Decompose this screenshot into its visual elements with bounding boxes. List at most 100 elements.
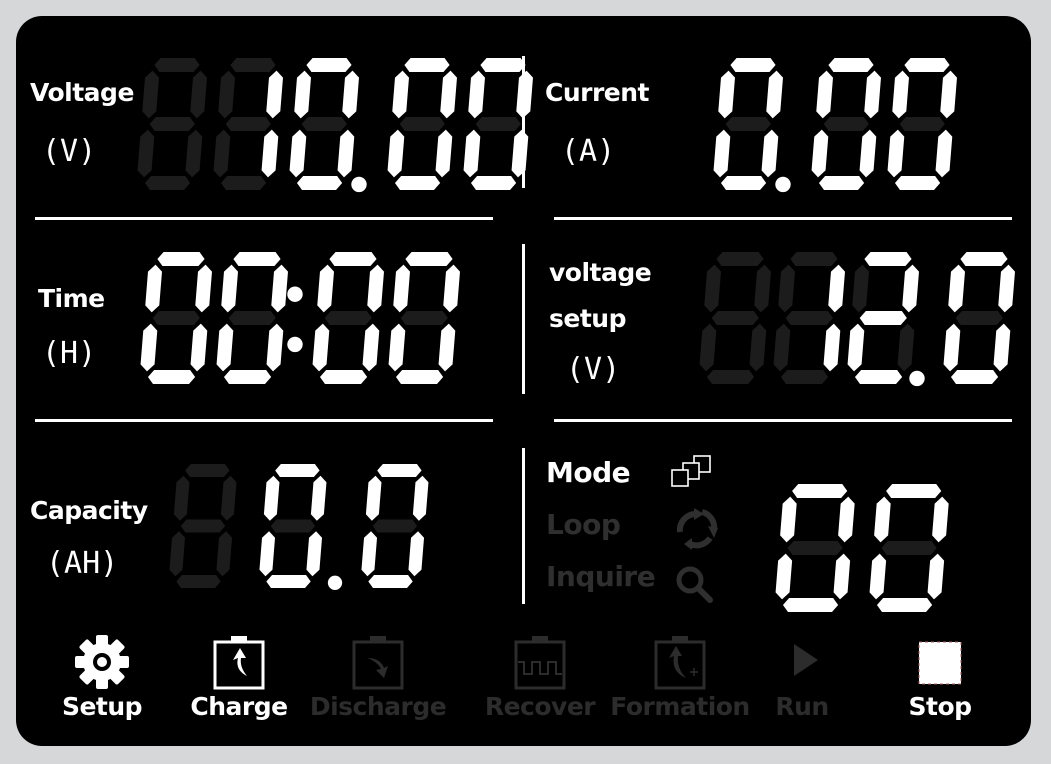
segment-c <box>266 323 284 372</box>
segment-e <box>169 531 186 577</box>
segment-f <box>948 264 965 313</box>
seven-segment-digit <box>259 464 327 588</box>
setup-button[interactable]: Setup <box>32 634 172 721</box>
formation-button[interactable]: Formation <box>610 634 750 721</box>
voltage-label: Voltage <box>30 78 134 107</box>
segment-b <box>932 496 949 543</box>
decimal-point <box>775 176 791 193</box>
setup-label: Setup <box>61 692 143 721</box>
segment-a <box>377 464 422 477</box>
segment-g <box>787 541 843 555</box>
run-button[interactable]: Run <box>732 634 872 721</box>
segment-c <box>935 129 953 178</box>
segment-e <box>361 531 378 577</box>
segment-d <box>223 370 272 384</box>
segment-a <box>154 58 200 72</box>
segment-c <box>823 323 841 372</box>
seven-segment-digit <box>169 464 237 588</box>
recover-button[interactable]: Recover <box>470 634 610 721</box>
segment-a <box>329 252 377 266</box>
segment-g <box>225 117 271 131</box>
segment-b <box>443 264 460 313</box>
seven-segment-digit <box>775 484 855 612</box>
decimal-point <box>351 176 367 193</box>
segment-d <box>296 176 343 190</box>
segment-a <box>405 252 453 266</box>
segment-f <box>393 264 410 313</box>
seven-segment-digit <box>773 252 845 384</box>
segment-f <box>317 264 334 313</box>
mode-option-inquire[interactable]: Inquire <box>546 560 656 593</box>
segment-c <box>190 323 208 372</box>
segment-b <box>342 70 359 119</box>
segment-d <box>470 176 517 190</box>
segment-e <box>869 553 887 600</box>
divider <box>35 419 493 422</box>
segment-f <box>816 70 833 119</box>
seven-segment-digit <box>387 58 457 190</box>
segment-e <box>140 323 158 372</box>
segment-c <box>761 129 779 178</box>
segment-b <box>998 264 1015 313</box>
gear-icon <box>75 635 129 689</box>
segment-a <box>404 58 450 72</box>
segment-a <box>275 464 320 477</box>
play-icon <box>794 644 818 676</box>
voltage-setup-readout <box>699 252 1015 387</box>
segment-d <box>220 176 267 190</box>
seven-segment-digit <box>137 58 207 190</box>
discharge-button[interactable]: Discharge <box>308 634 448 721</box>
mode-option-loop[interactable]: Loop <box>546 508 621 541</box>
segment-f <box>173 475 190 521</box>
segment-b <box>220 475 237 521</box>
segment-e <box>289 129 307 178</box>
capacity-readout <box>169 464 429 590</box>
segment-c <box>306 531 323 577</box>
segment-a <box>792 484 848 498</box>
segment-d <box>144 176 191 190</box>
segment-a <box>904 58 950 72</box>
segment-d <box>894 176 941 190</box>
charge-label: Charge <box>190 692 288 721</box>
segment-f <box>145 264 162 313</box>
divider <box>554 419 1012 422</box>
segment-d <box>950 370 999 384</box>
segment-d <box>782 598 839 612</box>
segment-d <box>176 575 221 588</box>
layers-icon <box>671 455 711 487</box>
segment-a <box>864 252 912 266</box>
segment-g <box>270 519 316 533</box>
segment-f <box>218 70 235 119</box>
voltage-setup-label: voltage <box>549 258 652 287</box>
segment-g <box>399 117 445 131</box>
segment-e <box>847 323 865 372</box>
segment-e <box>463 129 481 178</box>
time-unit: (H) <box>42 336 97 371</box>
segment-g <box>955 311 1003 325</box>
charge-button[interactable]: Charge <box>169 634 309 721</box>
segment-d <box>368 575 413 588</box>
segment-e <box>887 129 905 178</box>
mode-option-mode[interactable]: Mode <box>546 456 631 489</box>
segment-b <box>440 70 457 119</box>
capacity-unit: (AH) <box>46 546 119 581</box>
segment-f <box>221 264 238 313</box>
segment-f <box>142 70 159 119</box>
seven-segment-digit <box>887 58 957 190</box>
segment-b <box>838 496 855 543</box>
inquire-label: Inquire <box>546 560 656 593</box>
seven-segment-digit <box>811 58 881 190</box>
segment-c <box>185 129 203 178</box>
segment-c <box>833 553 851 600</box>
segment-d <box>394 176 441 190</box>
segment-e <box>216 323 234 372</box>
segment-g <box>785 311 833 325</box>
seven-segment-digit <box>847 252 919 384</box>
decimal-point <box>909 370 925 387</box>
segment-a <box>157 252 205 266</box>
stop-button[interactable]: Stop <box>870 634 1010 721</box>
time-label: Time <box>38 284 105 313</box>
segment-c <box>362 323 380 372</box>
segment-a <box>230 58 276 72</box>
segment-g <box>228 311 276 325</box>
